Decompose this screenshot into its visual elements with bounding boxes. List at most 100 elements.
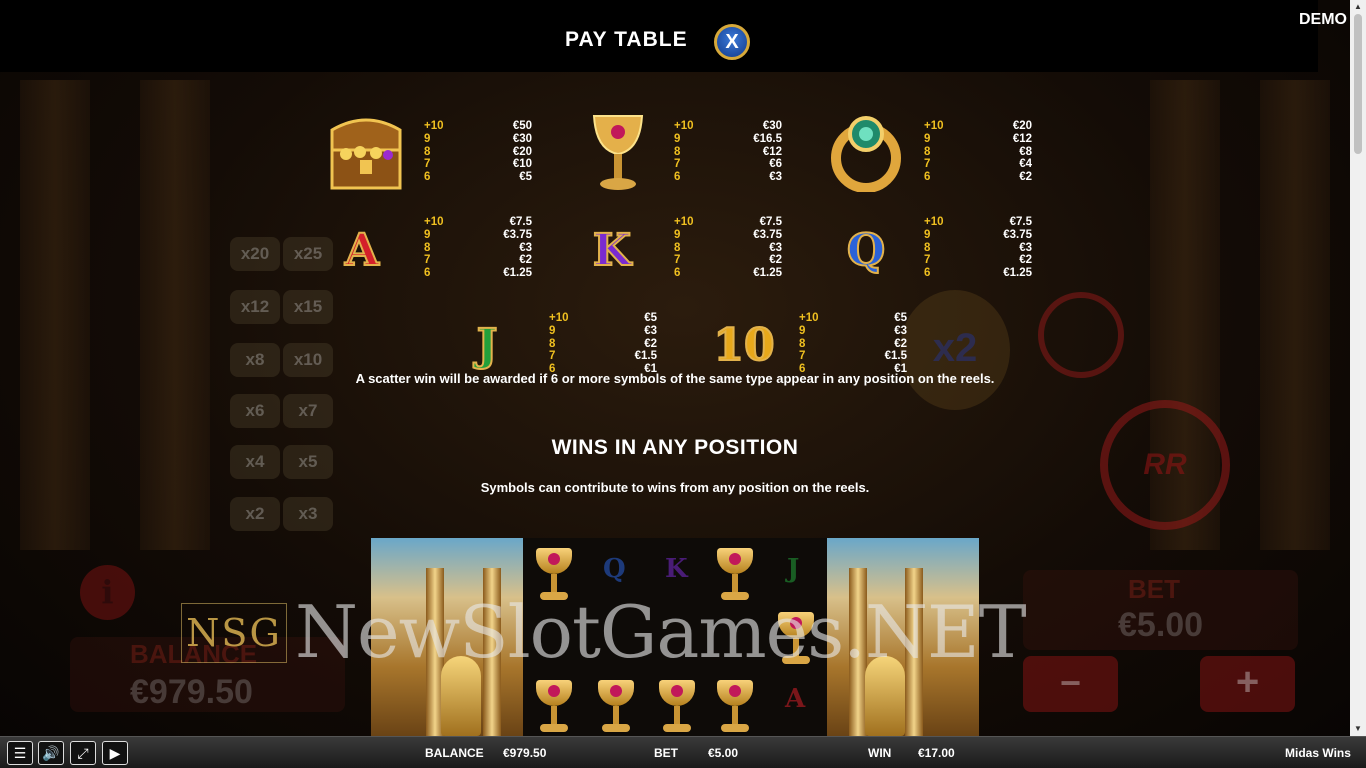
bet-label: BET bbox=[654, 746, 678, 760]
payout-value: €4 bbox=[1019, 158, 1032, 171]
payout-value: €30 bbox=[762, 120, 782, 132]
symbol-count: 7 bbox=[424, 254, 431, 267]
symbol-count: 9 bbox=[424, 132, 431, 145]
payout-value: €12 bbox=[1012, 132, 1032, 145]
win-value: €17.00 bbox=[918, 746, 955, 760]
game-name: Midas Wins bbox=[1285, 746, 1351, 760]
fullscreen-icon: ⤢ bbox=[77, 744, 89, 761]
letter-a-icon: A bbox=[785, 684, 806, 714]
symbol-count: +10 bbox=[424, 120, 444, 132]
symbol-count: 9 bbox=[674, 132, 681, 145]
bet-minus-bg: − bbox=[1023, 656, 1118, 712]
paytable-row: 8 €12 bbox=[674, 146, 782, 159]
payout-value: €20 bbox=[512, 145, 532, 158]
payout-value: €2 bbox=[644, 337, 657, 350]
paytable-row: +10 €7.5 bbox=[924, 216, 1032, 229]
payout-value: €2 bbox=[519, 254, 532, 267]
symbol-count: 8 bbox=[549, 337, 556, 350]
payout-value: €1.5 bbox=[634, 350, 657, 363]
letter-j-paytable: +10 €5 9 €3 8 €2 7 €1.5 6 €1 bbox=[549, 312, 657, 376]
paytable-row: 8 €2 bbox=[549, 338, 657, 351]
sound-button[interactable]: 🔊 bbox=[38, 741, 64, 765]
symbol-count: 6 bbox=[674, 171, 681, 184]
multiplier-tile: x20 bbox=[230, 237, 280, 271]
scrollbar-thumb[interactable] bbox=[1354, 14, 1362, 154]
symbol-count: 9 bbox=[549, 324, 556, 337]
treasure-chest-icon bbox=[326, 110, 406, 195]
symbol-count: 8 bbox=[674, 145, 681, 158]
multiplier-tile: x6 bbox=[230, 394, 280, 428]
symbol-count: 7 bbox=[799, 350, 806, 363]
scrollbar[interactable]: ▲ ▼ bbox=[1350, 0, 1366, 736]
paytable-row: 8 €3 bbox=[424, 242, 532, 255]
close-button[interactable]: X bbox=[714, 24, 750, 60]
payout-value: €10 bbox=[512, 158, 532, 171]
hamburger-menu-icon: ☰ bbox=[13, 744, 27, 761]
symbol-count: 7 bbox=[924, 158, 931, 171]
payout-value: €2 bbox=[1019, 171, 1032, 184]
paytable-row: 7 €6 bbox=[674, 158, 782, 171]
paytable-row: 9 €3.75 bbox=[424, 229, 532, 242]
payout-value: €20 bbox=[1012, 120, 1032, 132]
paytable-row: 6 €2 bbox=[924, 171, 1032, 184]
wins-section-title: WINS IN ANY POSITION bbox=[551, 436, 799, 459]
paytable-row: 7 €2 bbox=[924, 254, 1032, 267]
letter-q-icon: Q bbox=[846, 224, 886, 277]
symbol-count: 9 bbox=[799, 324, 806, 337]
symbol-count: 6 bbox=[674, 267, 681, 280]
payout-value: €3 bbox=[894, 324, 907, 337]
minus-icon: − bbox=[1059, 662, 1082, 703]
close-icon: X bbox=[725, 30, 739, 53]
letter-j-icon: J bbox=[787, 554, 800, 584]
payout-value: €1.25 bbox=[1003, 267, 1032, 280]
bg-bet-value: €5.00 bbox=[1118, 606, 1204, 644]
history-button[interactable]: ▶ bbox=[102, 741, 128, 765]
payout-value: €5 bbox=[894, 312, 907, 324]
multiplier-tile: x3 bbox=[283, 497, 333, 531]
multiplier-tile: x25 bbox=[283, 237, 333, 271]
balance-label: BALANCE bbox=[425, 746, 484, 760]
number-10-icon: 10 bbox=[712, 319, 775, 372]
number-10-paytable: +10 €5 9 €3 8 €2 7 €1.5 6 €1 bbox=[799, 312, 907, 376]
menu-button[interactable]: ☰ bbox=[7, 741, 33, 765]
symbol-count: 9 bbox=[424, 228, 431, 241]
payout-value: €30 bbox=[512, 132, 532, 145]
symbol-count: 6 bbox=[924, 171, 931, 184]
letter-k-icon: K bbox=[665, 554, 688, 584]
paytable-row: 6 €1.25 bbox=[674, 267, 782, 280]
emerald-ring-icon bbox=[830, 112, 902, 192]
payout-value: €3.75 bbox=[1003, 228, 1032, 241]
symbol-count: +10 bbox=[674, 216, 694, 228]
payout-value: €3 bbox=[519, 241, 532, 254]
paytable-row: +10 €5 bbox=[799, 312, 907, 325]
payout-value: €1.5 bbox=[884, 350, 907, 363]
paytable-row: 9 €3.75 bbox=[674, 229, 782, 242]
paytable-row: +10 €7.5 bbox=[674, 216, 782, 229]
watermark-logo: NSG bbox=[181, 603, 287, 663]
bonus-coin-bg: x2 bbox=[900, 290, 1010, 410]
paytable-row: +10 €20 bbox=[924, 120, 1032, 133]
scroll-up-arrow-icon[interactable]: ▲ bbox=[1350, 0, 1366, 14]
golden-chalice-paytable: +10 €30 9 €16.5 8 €12 7 €6 6 €3 bbox=[674, 120, 782, 184]
symbol-count: +10 bbox=[424, 216, 444, 228]
scroll-down-arrow-icon[interactable]: ▼ bbox=[1350, 722, 1366, 736]
payout-value: €3 bbox=[769, 241, 782, 254]
symbol-count: 7 bbox=[674, 254, 681, 267]
payout-value: €3 bbox=[1019, 241, 1032, 254]
payout-value: €7.5 bbox=[759, 216, 782, 228]
symbol-count: 7 bbox=[549, 350, 556, 363]
symbol-count: +10 bbox=[549, 312, 569, 324]
symbol-count: +10 bbox=[799, 312, 819, 324]
symbol-count: 6 bbox=[424, 171, 431, 184]
letter-k-paytable: +10 €7.5 9 €3.75 8 €3 7 €2 6 €1.25 bbox=[674, 216, 782, 280]
symbol-count: +10 bbox=[924, 216, 944, 228]
paytable-row: 9 €30 bbox=[424, 133, 532, 146]
symbol-count: 9 bbox=[674, 228, 681, 241]
fullscreen-button[interactable]: ⤢ bbox=[70, 741, 96, 765]
symbol-count: 9 bbox=[924, 228, 931, 241]
bet-value: €5.00 bbox=[708, 746, 739, 760]
multiplier-tile: x12 bbox=[230, 290, 280, 324]
bet-panel-bg: BET €5.00 bbox=[1023, 570, 1298, 650]
symbol-count: 6 bbox=[924, 267, 931, 280]
paytable-row: +10 €50 bbox=[424, 120, 532, 133]
